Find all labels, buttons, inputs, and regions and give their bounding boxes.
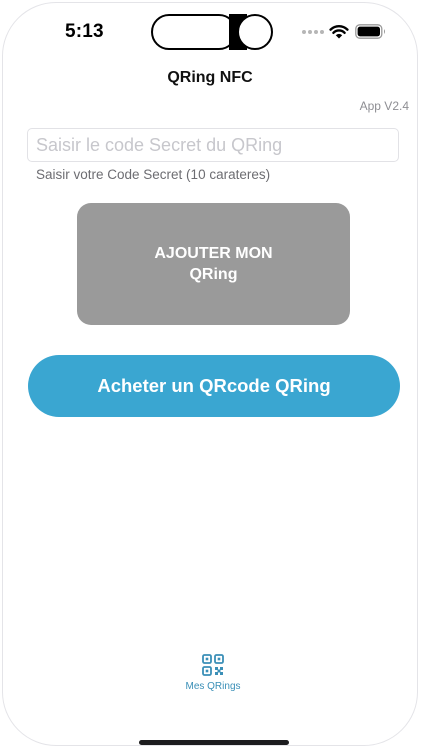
add-button-line1: AJOUTER MON — [154, 245, 273, 262]
app-version-label: App V2.4 — [359, 99, 409, 113]
secret-code-hint: Saisir votre Code Secret (10 carateres) — [36, 167, 271, 182]
secret-code-input[interactable] — [27, 128, 399, 162]
tab-mes-qrings[interactable]: Mes QRings — [163, 653, 263, 701]
phone-screen: 5:13 QRing NFC App V2.4 Saisir votre Cod… — [2, 2, 418, 746]
page-title: QRing NFC — [167, 69, 253, 86]
wifi-icon — [329, 25, 349, 39]
home-indicator[interactable] — [139, 740, 289, 745]
buy-qrcode-button[interactable]: Acheter un QRcode QRing — [28, 355, 400, 417]
add-button-line2: QRing — [189, 266, 238, 283]
status-bar: 5:13 — [3, 3, 417, 63]
add-my-qring-button[interactable]: AJOUTER MON QRing — [77, 203, 350, 325]
signal-dots-icon — [302, 30, 324, 36]
tab-label: Mes QRings — [185, 681, 241, 692]
dynamic-island — [151, 14, 273, 50]
status-time: 5:13 — [65, 21, 104, 42]
qr-code-icon — [202, 654, 224, 676]
battery-icon — [355, 24, 385, 39]
